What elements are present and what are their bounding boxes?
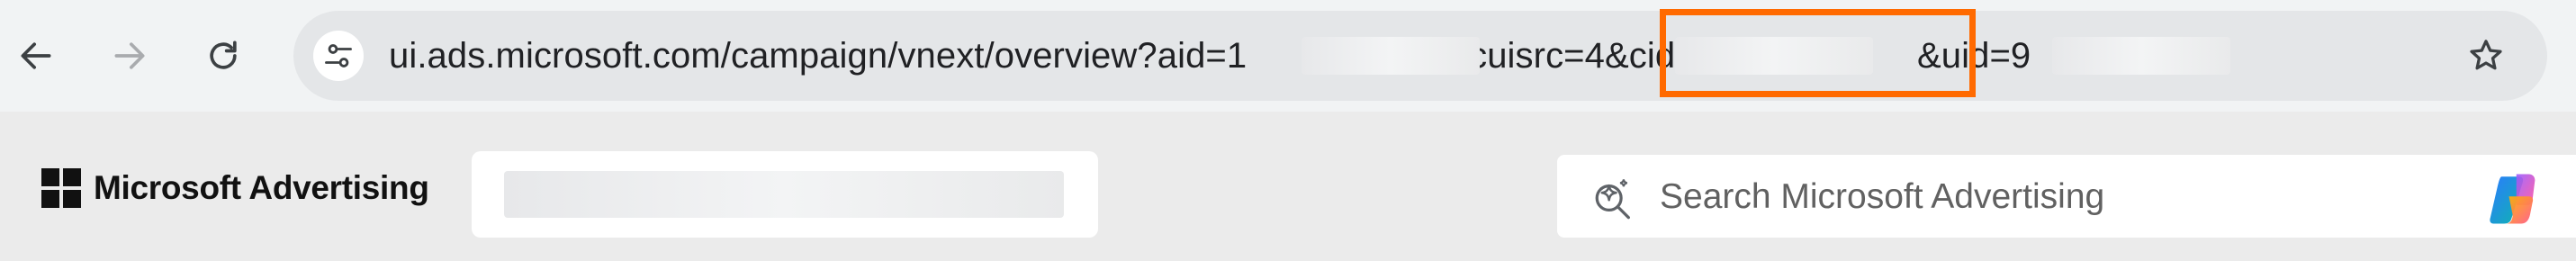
- search-input[interactable]: [1658, 155, 2436, 239]
- bookmark-button[interactable]: [2457, 27, 2515, 85]
- search-bar[interactable]: [1557, 155, 2576, 239]
- arrow-right-icon: [114, 42, 145, 69]
- app-header: Microsoft Advertising: [0, 112, 2576, 261]
- redacted-account-name: [504, 171, 1064, 218]
- star-outline-icon: [2470, 40, 2502, 70]
- site-info-button[interactable]: [313, 31, 364, 81]
- cid-highlight-box: [1660, 9, 1976, 97]
- url-segment-path: ui.ads.microsoft.com/campaign/vnext/over…: [389, 36, 1247, 76]
- microsoft-logo-icon: [41, 168, 81, 208]
- redacted-uid: [2052, 37, 2230, 75]
- reload-icon: [210, 40, 237, 69]
- back-button[interactable]: [7, 27, 65, 85]
- account-selector[interactable]: [472, 151, 1098, 238]
- arrow-left-icon: [21, 42, 51, 69]
- reload-button[interactable]: [194, 27, 252, 85]
- copilot-icon: [2490, 174, 2535, 224]
- sparkle-search-icon: [1595, 179, 1630, 220]
- copilot-button[interactable]: [2484, 169, 2544, 229]
- browser-toolbar: ui.ads.microsoft.com/campaign/vnext/over…: [0, 0, 2576, 112]
- address-bar[interactable]: ui.ads.microsoft.com/campaign/vnext/over…: [293, 11, 2547, 101]
- brand[interactable]: Microsoft Advertising: [41, 167, 429, 209]
- tune-icon: [325, 44, 352, 68]
- brand-name: Microsoft Advertising: [94, 169, 429, 206]
- forward-button[interactable]: [101, 27, 158, 85]
- redacted-aid: [1302, 37, 1480, 75]
